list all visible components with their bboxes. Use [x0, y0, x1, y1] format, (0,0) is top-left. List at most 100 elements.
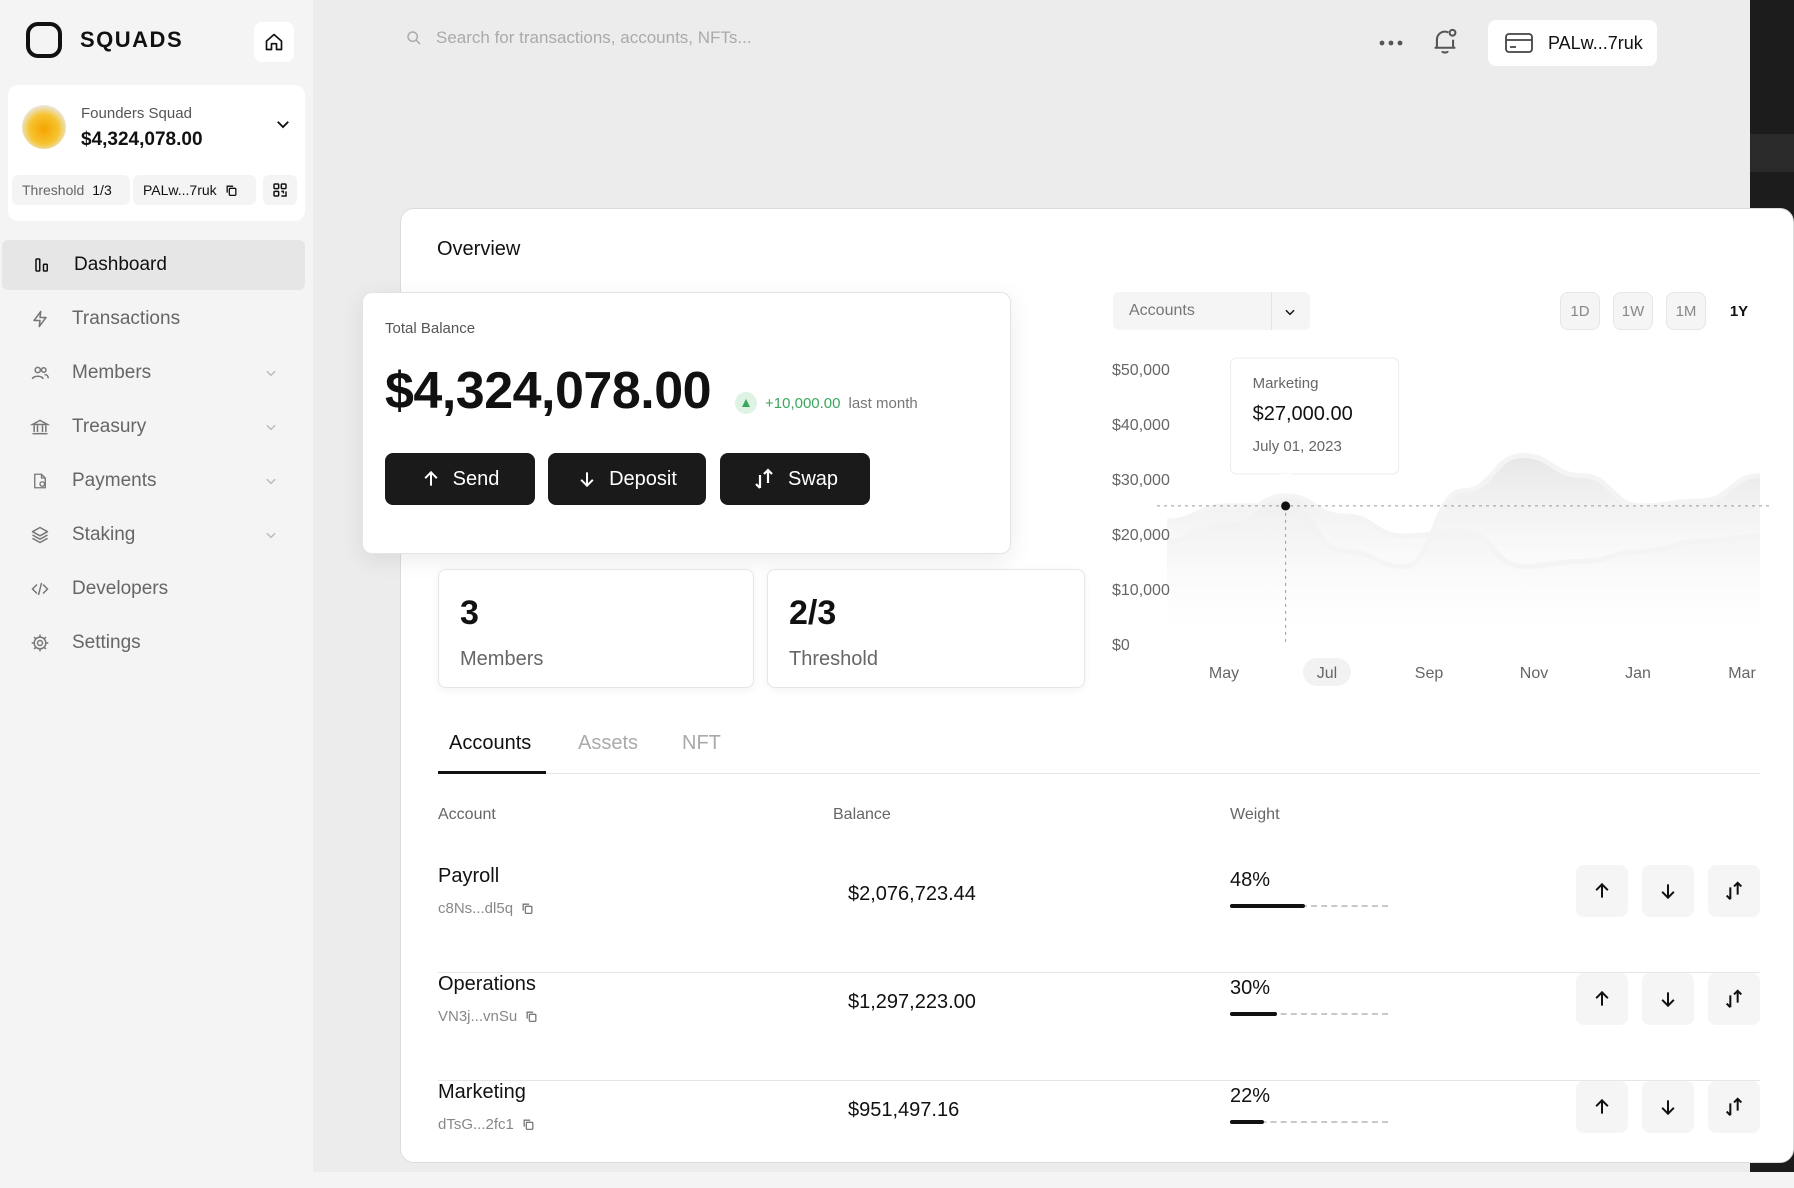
timeframe-1d-button[interactable]: 1D	[1560, 292, 1600, 330]
send-button-label: Send	[452, 467, 500, 490]
timeframe-1w-button[interactable]: 1W	[1613, 292, 1653, 330]
home-button[interactable]	[254, 22, 294, 62]
sidebar-item-label: Settings	[72, 632, 141, 653]
swap-button[interactable]	[1708, 1081, 1760, 1133]
tooltip-date: July 01, 2023	[1253, 438, 1342, 455]
copy-icon[interactable]	[225, 184, 238, 197]
sidebar-item-payments[interactable]: Payments	[0, 456, 313, 506]
arrow-down-icon	[1661, 884, 1675, 900]
deposit-button[interactable]	[1642, 865, 1694, 917]
swap-button[interactable]	[1708, 973, 1760, 1025]
sidebar-item-settings[interactable]: Settings	[0, 618, 313, 668]
trend-up-badge	[735, 392, 757, 414]
swap-button[interactable]: Swap	[720, 453, 870, 505]
sidebar-item-transactions[interactable]: Transactions	[0, 294, 313, 344]
account-address-text: dTsG...2fc1	[438, 1116, 514, 1133]
squad-name: Founders Squad	[81, 105, 192, 122]
search-bar[interactable]: Search for transactions, accounts, NFTs.…	[406, 28, 752, 48]
x-tick-label: Nov	[1520, 665, 1548, 682]
account-address: dTsG...2fc1	[438, 1116, 535, 1133]
lightning-icon	[33, 310, 47, 328]
next-panel-edge	[0, 1172, 1794, 1188]
weight-bar-fill	[1230, 1012, 1277, 1016]
threshold-value: 2/3	[789, 594, 837, 632]
squad-avatar	[22, 105, 66, 149]
sidebar-item-members[interactable]: Members	[0, 348, 313, 398]
sidebar-item-treasury[interactable]: Treasury	[0, 402, 313, 452]
deposit-button[interactable]: Deposit	[548, 453, 706, 505]
tooltip-label: Marketing	[1253, 375, 1319, 392]
balance-chart[interactable]: $50,000 $40,000 $30,000 $20,000 $10,000 $0 Ma…	[1100, 350, 1770, 690]
chevron-down-icon	[266, 424, 276, 431]
threshold-chip-value: 1/3	[92, 182, 112, 198]
timeframe-1m-button[interactable]: 1M	[1666, 292, 1706, 330]
squad-switcher[interactable]: Founders Squad $4,324,078.00 Threshold 1…	[8, 85, 305, 221]
sidebar-item-label: Members	[72, 362, 152, 383]
squad-address: PALw...7ruk	[143, 182, 217, 198]
sidebar-nav: Dashboard Transactions Members Treasury …	[0, 240, 313, 672]
app-logo[interactable]: SQUADS	[26, 22, 183, 58]
chevron-down-icon	[266, 532, 276, 539]
account-selector[interactable]: Accounts	[1113, 292, 1310, 330]
arrow-down-icon	[1661, 1100, 1675, 1116]
account-weight: 30%	[1230, 977, 1271, 999]
swap-icon	[755, 468, 773, 489]
qr-code-icon	[273, 183, 287, 197]
search-input[interactable]: Search for transactions, accounts, NFTs.…	[436, 28, 752, 48]
x-tick-label: Sep	[1415, 665, 1444, 682]
send-button[interactable]	[1576, 973, 1628, 1025]
bell-icon[interactable]	[1431, 27, 1459, 57]
send-button[interactable]	[1576, 1081, 1628, 1133]
account-selector-value: Accounts	[1129, 302, 1195, 319]
arrow-up-icon	[1595, 1098, 1609, 1114]
sidebar-item-developers[interactable]: Developers	[0, 564, 313, 614]
qr-code-button[interactable]	[263, 175, 297, 205]
total-balance-card: Total Balance $4,324,078.00 +10,000.00 l…	[362, 292, 1011, 554]
account-name: Operations	[438, 973, 536, 995]
send-button[interactable]: Send	[385, 453, 535, 505]
home-icon	[265, 33, 283, 51]
app-name: SQUADS	[80, 27, 184, 52]
account-address-text: VN3j...vnSu	[438, 1008, 518, 1025]
chevron-down-icon[interactable]	[274, 115, 292, 133]
account-weight: 48%	[1230, 869, 1271, 891]
chart-data-point[interactable]	[1281, 501, 1291, 511]
account-balance: $2,076,723.44	[848, 883, 976, 905]
copy-icon[interactable]	[521, 902, 534, 915]
tab-nft[interactable]: NFT	[682, 732, 721, 755]
squad-address-chip[interactable]: PALw...7ruk	[133, 175, 256, 205]
more-icon[interactable]	[1378, 30, 1404, 56]
balance-change: +10,000.00 last month	[735, 392, 918, 414]
y-tick-label: $40,000	[1112, 417, 1170, 434]
sidebar-item-label: Dashboard	[74, 254, 167, 275]
send-button[interactable]	[1576, 865, 1628, 917]
wallet-button[interactable]: PALw...7ruk	[1488, 20, 1657, 66]
copy-icon[interactable]	[525, 1010, 538, 1023]
gear-icon	[31, 634, 49, 652]
threshold-stat-card[interactable]: 2/3 Threshold	[767, 569, 1085, 688]
chevron-down-icon	[266, 370, 276, 377]
deposit-button[interactable]	[1642, 1081, 1694, 1133]
table-row[interactable]: Operations VN3j...vnSu $1,297,223.00 30%	[438, 973, 1760, 1081]
tabs-divider	[438, 773, 1760, 774]
code-icon	[31, 582, 49, 596]
copy-icon[interactable]	[522, 1118, 535, 1131]
sidebar-item-dashboard[interactable]: Dashboard	[2, 240, 305, 290]
account-address-text: c8Ns...dl5q	[438, 900, 514, 917]
sidebar-item-label: Transactions	[72, 308, 181, 329]
y-tick-label: $10,000	[1112, 582, 1170, 599]
tab-accounts[interactable]: Accounts	[449, 732, 531, 755]
sidebar-item-label: Developers	[72, 578, 169, 599]
swap-button[interactable]	[1708, 865, 1760, 917]
weight-bar-fill	[1230, 1120, 1264, 1124]
tab-assets[interactable]: Assets	[578, 732, 638, 755]
deposit-button[interactable]	[1642, 973, 1694, 1025]
bank-icon	[30, 419, 50, 435]
timeframe-1y-button[interactable]: 1Y	[1719, 292, 1759, 330]
table-row[interactable]: Payroll c8Ns...dl5q $2,076,723.44 48%	[438, 865, 1760, 973]
members-stat-card[interactable]: 3 Members	[438, 569, 754, 688]
sidebar-item-staking[interactable]: Staking	[0, 510, 313, 560]
search-icon	[407, 31, 421, 45]
dark-panel-segment	[1750, 134, 1794, 172]
arrow-down-icon	[580, 472, 594, 488]
